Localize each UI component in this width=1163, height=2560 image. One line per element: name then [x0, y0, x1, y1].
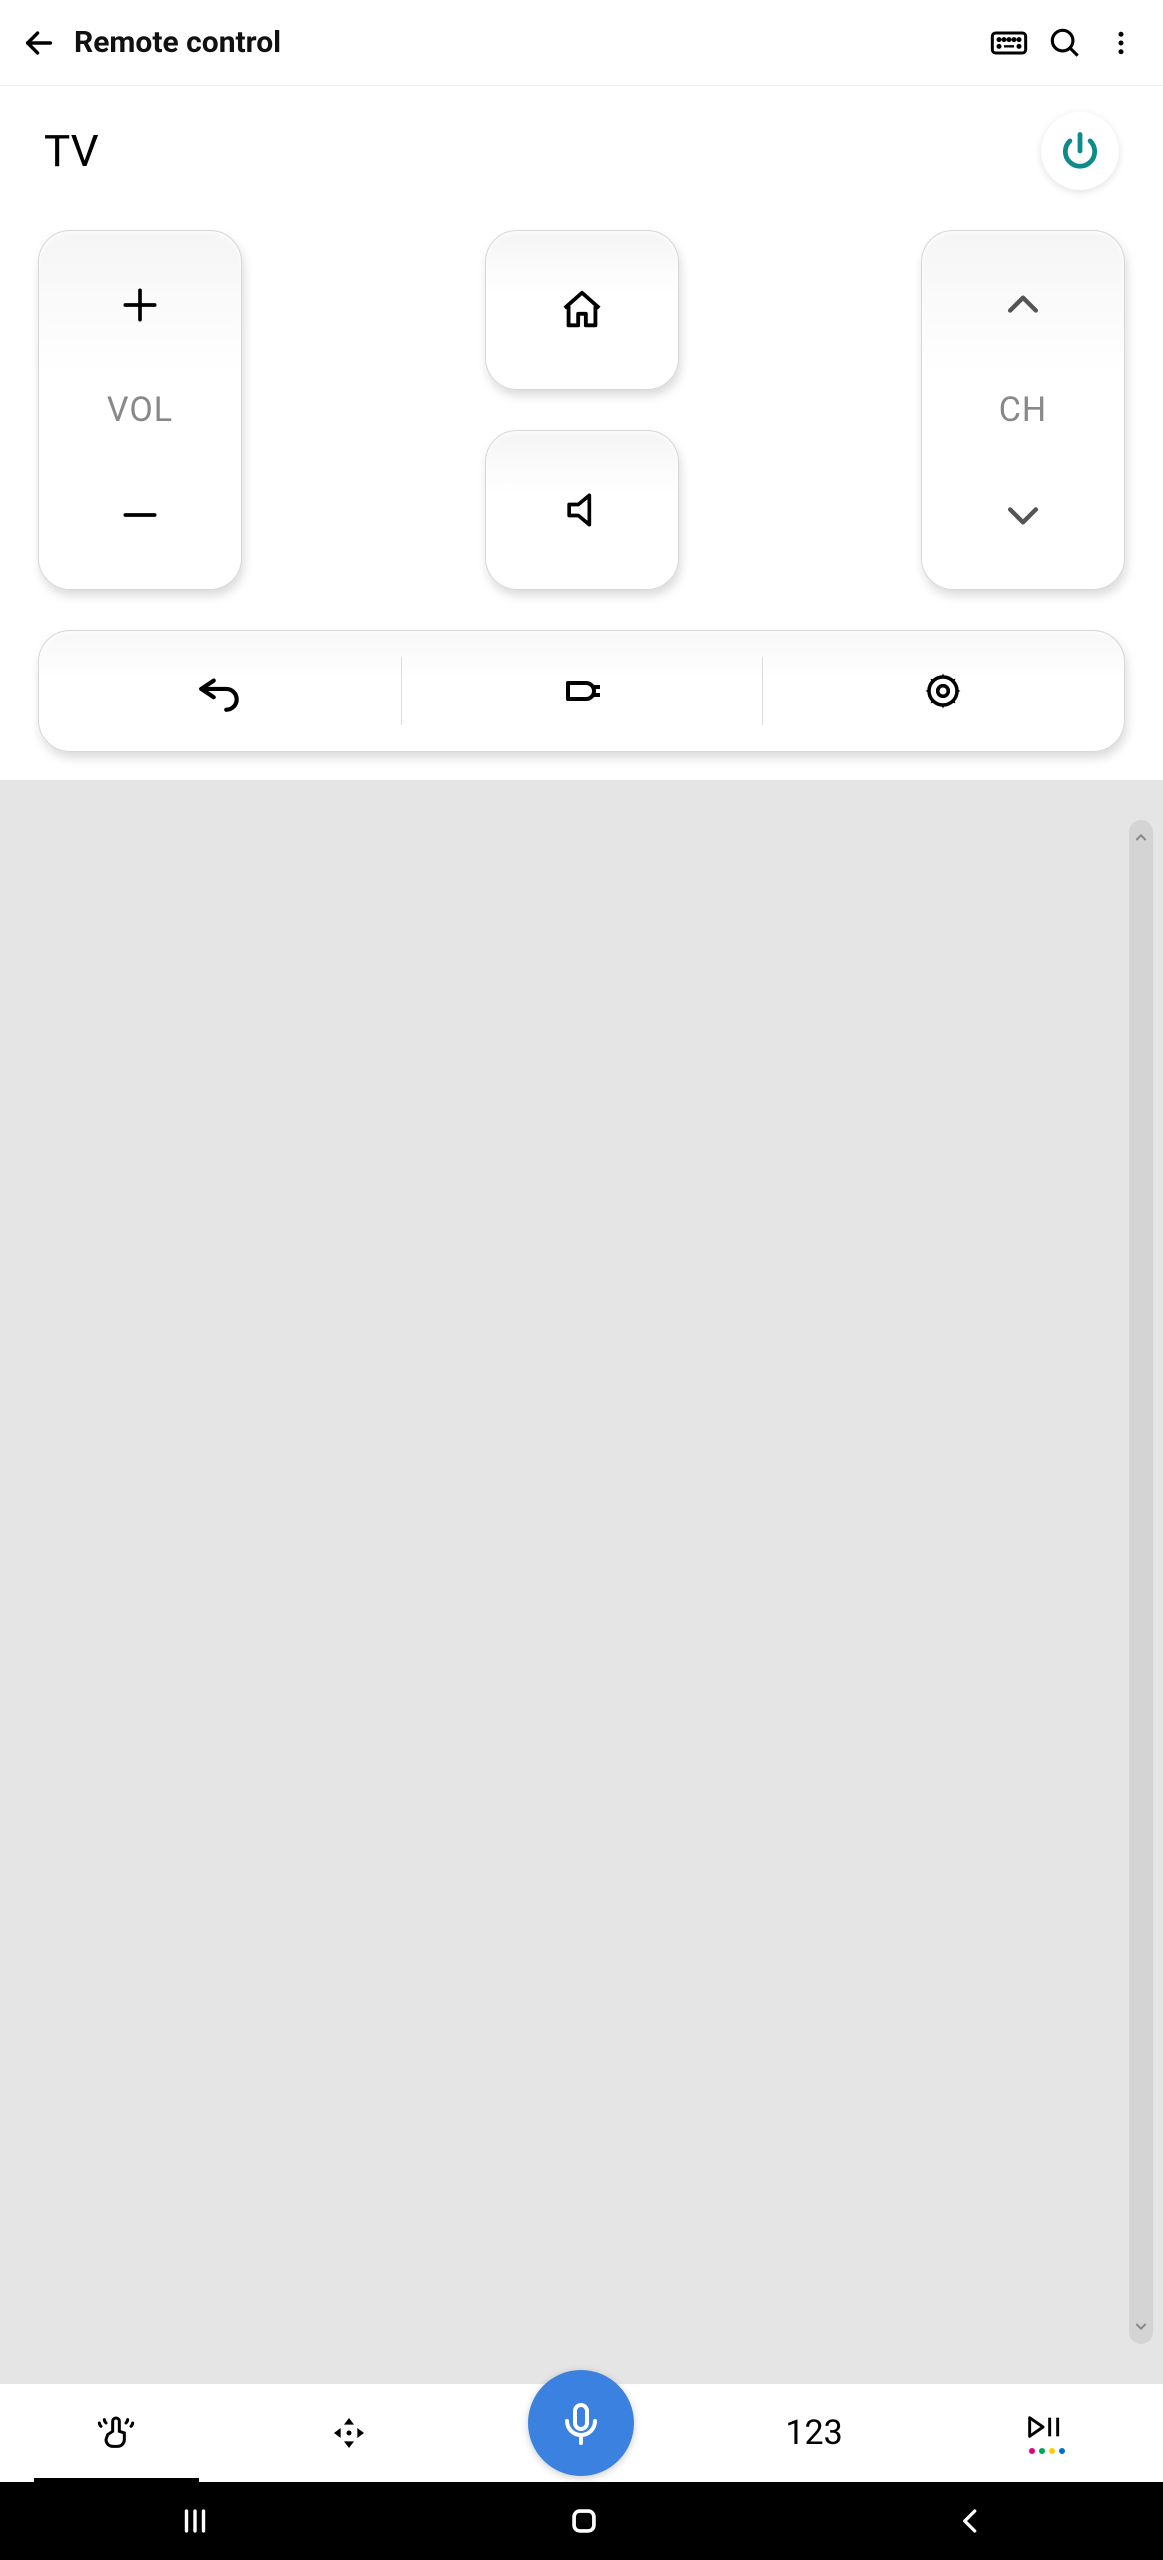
play-pause-icon [1027, 2412, 1067, 2442]
mode-bar: 123 [0, 2384, 1163, 2482]
speaker-icon [560, 488, 604, 532]
power-button[interactable] [1041, 112, 1119, 190]
source-icon [558, 667, 606, 715]
scroll-indicator[interactable] [1129, 820, 1153, 2344]
touch-icon [96, 2413, 136, 2453]
chevron-down-icon [1001, 493, 1045, 537]
volume-rocker: VOL [38, 230, 242, 590]
source-button[interactable] [401, 631, 763, 751]
channel-rocker: CH [921, 230, 1125, 590]
channel-down-button[interactable] [1001, 493, 1045, 537]
search-icon [1046, 24, 1084, 62]
recents-button[interactable] [178, 2504, 212, 2538]
more-options-button[interactable] [1093, 15, 1149, 71]
dpad-icon [329, 2413, 369, 2453]
return-icon [195, 666, 245, 716]
power-icon [1058, 129, 1102, 173]
back-nav-icon [956, 2506, 986, 2536]
back-nav-button[interactable] [956, 2506, 986, 2536]
touchpad-area[interactable] [0, 780, 1163, 2384]
volume-label: VOL [107, 390, 173, 430]
more-vertical-icon [1106, 28, 1136, 58]
volume-up-button[interactable] [118, 283, 162, 327]
return-button[interactable] [39, 631, 401, 751]
home-nav-icon [567, 2504, 601, 2538]
numeric-mode-button[interactable]: 123 [698, 2384, 931, 2482]
dpad-mode-button[interactable] [233, 2384, 466, 2482]
app-header: Remote control [0, 0, 1163, 86]
keyboard-button[interactable] [981, 15, 1037, 71]
remote-pad: VOL CH [0, 200, 1163, 780]
plus-icon [118, 283, 162, 327]
mute-button[interactable] [485, 430, 679, 590]
touch-mode-button[interactable] [0, 2384, 233, 2482]
chevron-up-icon [1133, 830, 1149, 846]
home-icon [559, 287, 605, 333]
home-nav-button[interactable] [567, 2504, 601, 2538]
playback-mode-button[interactable] [930, 2384, 1163, 2482]
settings-button[interactable] [762, 631, 1124, 751]
gear-icon [922, 670, 964, 712]
device-name: TV [44, 125, 99, 177]
recents-icon [178, 2504, 212, 2538]
voice-mode-button[interactable] [465, 2384, 698, 2482]
active-tab-indicator [34, 2478, 199, 2482]
microphone-icon [557, 2399, 605, 2447]
microphone-button[interactable] [528, 2370, 634, 2476]
keyboard-icon [989, 23, 1029, 63]
home-button[interactable] [485, 230, 679, 390]
minus-icon [118, 493, 162, 537]
search-button[interactable] [1037, 15, 1093, 71]
back-arrow-icon [22, 26, 56, 60]
chevron-up-icon [1001, 283, 1045, 327]
function-bar [38, 630, 1125, 752]
color-dots [1029, 2448, 1065, 2454]
channel-up-button[interactable] [1001, 283, 1045, 327]
channel-label: CH [999, 390, 1047, 430]
device-row: TV [0, 86, 1163, 200]
back-button[interactable] [14, 18, 64, 68]
system-nav-bar [0, 2482, 1163, 2560]
chevron-down-icon [1133, 2318, 1149, 2334]
volume-down-button[interactable] [118, 493, 162, 537]
page-title: Remote control [74, 25, 981, 60]
numeric-label: 123 [785, 2413, 842, 2453]
